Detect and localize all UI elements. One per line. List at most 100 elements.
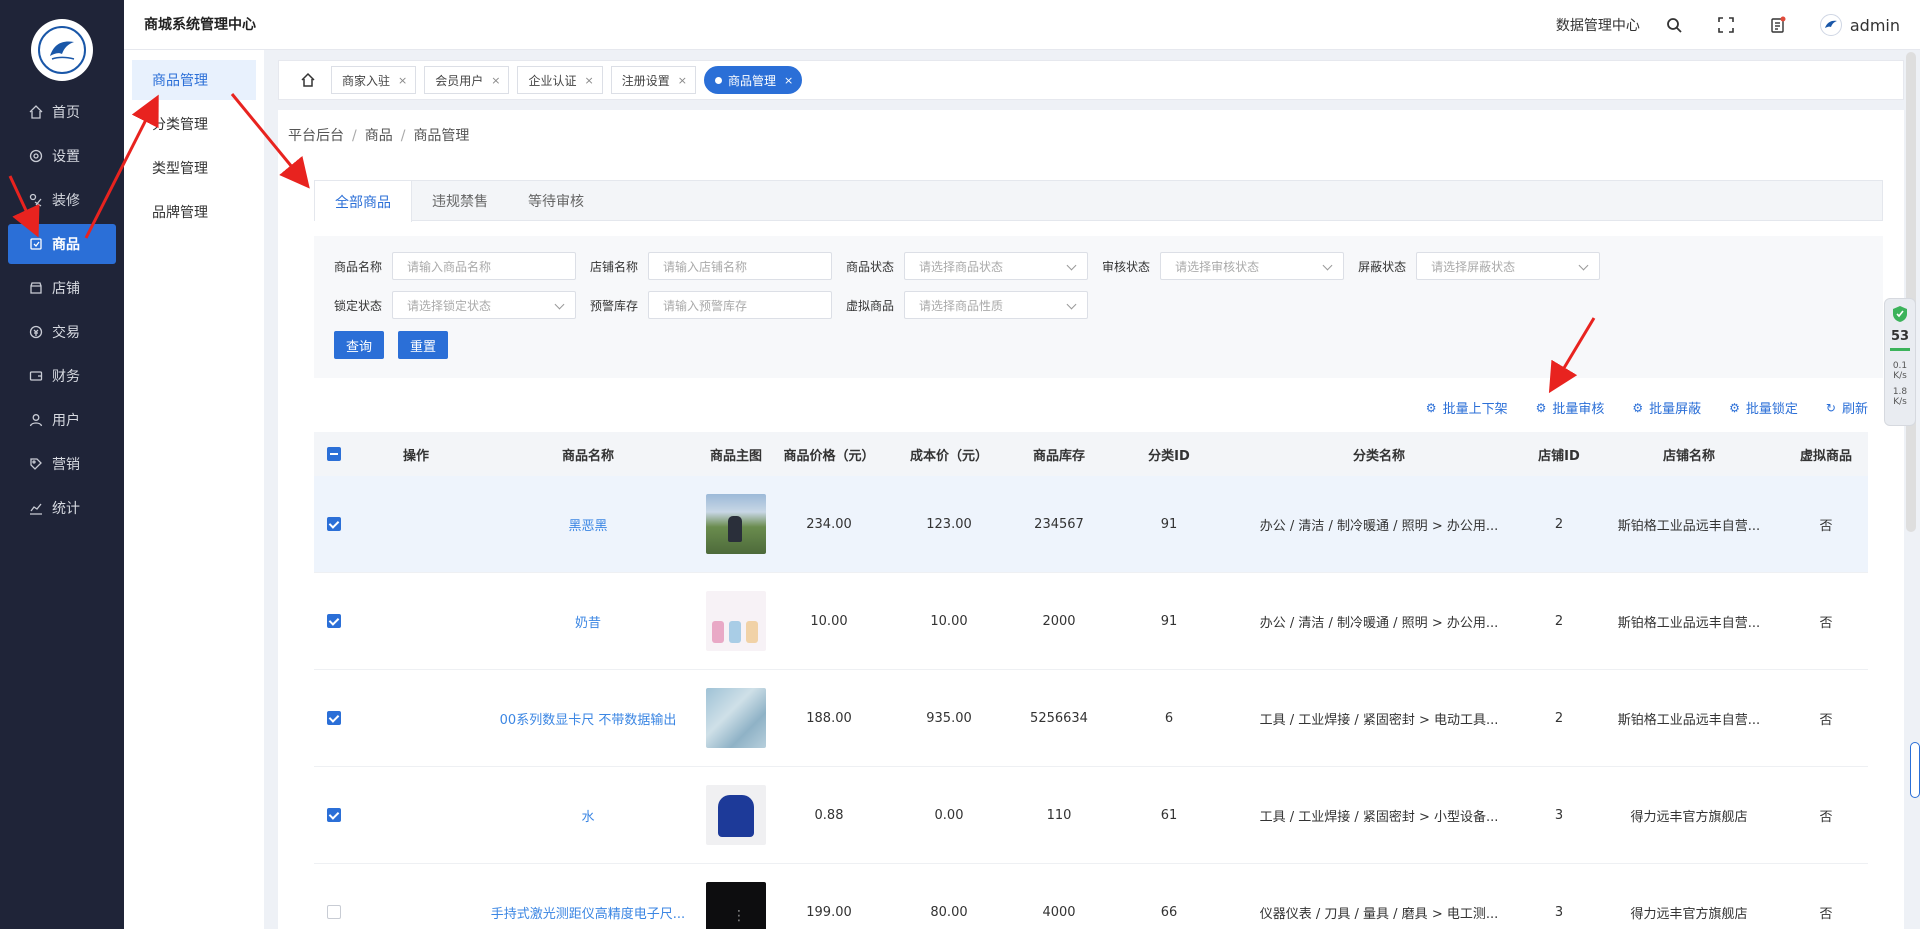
page-scrollbar[interactable] [1906,52,1916,532]
sidebar-item-trade[interactable]: 交易 [8,312,116,352]
subtab[interactable]: 等待审核 [508,181,604,221]
gear-icon: ⚙ [1535,400,1547,415]
sidebar-item-marketing[interactable]: 营销 [8,444,116,484]
open-tab[interactable]: 企业认证 × [517,66,603,94]
sidebar-item-label: 统计 [52,501,80,517]
sidebar-item-label: 财务 [52,369,80,385]
product-thumbnail[interactable] [706,591,766,651]
row-checkbox[interactable] [327,614,341,628]
home-tab[interactable] [293,66,323,94]
batch-action-button[interactable]: ⚙ 批量上下架 [1426,398,1508,418]
product-thumbnail[interactable] [706,882,766,929]
table-header: 操作 商品名称 商品主图 商品价格（元） 成本价（元） 商品库存 分类ID 分类名称 店铺ID 店… [314,432,1868,476]
row-checkbox[interactable] [327,517,341,531]
submenu-item[interactable]: 类型管理 [132,148,256,188]
filter-select[interactable]: 请选择商品状态 [904,252,1089,280]
table-row: 黑恶黑 234.00 123.00 234567 91 办公 / 清洁 / 制冷暖通 / … [314,476,1868,573]
row-checkbox[interactable] [327,808,341,822]
sidebar-item-label: 设置 [52,149,80,165]
column-header: 商品价格（元） [783,448,875,464]
username[interactable]: admin [1850,16,1900,35]
submenu-item[interactable]: 品牌管理 [132,192,256,232]
open-tab[interactable]: 商品管理 × [703,66,803,94]
close-icon[interactable]: × [398,74,407,87]
sidebar-item-shop[interactable]: 店铺 [8,268,116,308]
batch-action-label: 批量屏蔽 [1649,402,1702,417]
side-scroll-handle[interactable] [1910,742,1920,798]
close-icon[interactable]: × [491,74,500,87]
subtab[interactable]: 违规禁售 [412,181,508,221]
batch-action-label: 批量上下架 [1442,402,1508,417]
clipboard-icon[interactable] [1768,15,1788,35]
breadcrumb-item[interactable]: 商品 [365,128,393,144]
product-name-link[interactable]: 黑恶黑 [478,515,698,534]
cell-stock: 2000 [1042,613,1076,629]
stats-icon [28,500,44,516]
row-select-cell [314,711,354,725]
filter-input[interactable]: 请输入商品名称 [392,252,577,280]
product-name-link[interactable]: 手持式激光测距仪高精度电子尺... [478,903,698,922]
row-checkbox[interactable] [327,711,341,725]
query-button[interactable]: 查询 [334,331,385,359]
sidebar-item-goods[interactable]: 商品 [8,224,116,264]
cell-price: 234.00 [806,516,852,532]
sidebar-item-label: 店铺 [52,281,80,297]
submenu-item[interactable]: 分类管理 [132,104,256,144]
cell-cost: 0.00 [934,807,964,823]
breadcrumb-item[interactable]: 平台后台 [288,128,344,144]
product-thumbnail[interactable] [706,494,766,554]
close-icon[interactable]: × [584,74,593,87]
filter-label: 虚拟商品 [846,298,895,313]
sidebar-item-stats[interactable]: 统计 [8,488,116,528]
home-icon [28,104,44,120]
fullscreen-icon[interactable] [1716,15,1736,35]
batch-action-button[interactable]: ⚙ 批量锁定 [1729,398,1798,418]
filter-select[interactable]: 请选择商品性质 [904,291,1089,319]
refresh-icon: ↻ [1825,400,1836,415]
cell-virtual: 否 [1819,809,1833,825]
cell-shop-name: 斯铂格工业品远丰自营... [1617,615,1761,631]
cell-cost: 935.00 [926,710,972,726]
product-thumbnail[interactable] [706,688,766,748]
batch-action-button[interactable]: ⚙ 批量审核 [1535,398,1605,418]
row-checkbox[interactable] [327,905,341,919]
submenu-item[interactable]: 商品管理 [132,60,256,100]
shop-icon [28,280,44,296]
product-thumbnail[interactable] [706,785,766,845]
sidebar-item-finance[interactable]: 财务 [8,356,116,396]
product-name-link[interactable]: 00系列数显卡尺 不带数据输出 [478,709,698,728]
batch-action-button[interactable]: ↻ 刷新 [1825,398,1868,418]
subtab[interactable]: 全部商品 [315,181,412,222]
close-icon[interactable]: × [678,74,687,87]
avatar[interactable] [1819,14,1842,36]
open-tab[interactable]: 注册设置 × [610,66,696,94]
sidebar-item-user[interactable]: 用户 [8,400,116,440]
filter-select[interactable]: 请选择审核状态 [1160,252,1345,280]
filter-select[interactable]: 请选择屏蔽状态 [1416,252,1601,280]
batch-action-button[interactable]: ⚙ 批量屏蔽 [1632,398,1702,418]
filter-input[interactable]: 请输入预警库存 [648,291,833,319]
open-tab[interactable]: 商家入驻 × [331,66,417,94]
product-name-link[interactable]: 奶昔 [478,612,698,631]
batch-action-label: 批量锁定 [1745,402,1798,417]
sidebar-item-decorate[interactable]: 装修 [8,180,116,220]
cell-cat-id: 61 [1160,807,1178,823]
data-center-link[interactable]: 数据管理中心 [1556,15,1640,35]
reset-button[interactable]: 重置 [398,331,449,359]
product-name-link[interactable]: 水 [478,806,698,825]
sidebar-item-home[interactable]: 首页 [8,92,116,132]
cell-cat-id: 91 [1160,516,1178,532]
row-select-cell [314,905,354,919]
filter-select[interactable]: 请选择锁定状态 [392,291,577,319]
cell-stock: 234567 [1034,516,1084,532]
sidebar-item-gear[interactable]: 设置 [8,136,116,176]
search-icon[interactable] [1664,15,1684,35]
filter-input[interactable]: 请输入店铺名称 [648,252,833,280]
open-tab[interactable]: 会员用户 × [424,66,510,94]
close-icon[interactable]: × [784,74,793,87]
filter-group: 预警库存 请输入预警库存 [590,291,833,319]
cell-shop-name: 得力远丰官方旗舰店 [1630,809,1748,825]
gear-icon: ⚙ [1729,400,1740,415]
marketing-icon [28,456,44,472]
select-all-checkbox[interactable] [327,447,341,461]
